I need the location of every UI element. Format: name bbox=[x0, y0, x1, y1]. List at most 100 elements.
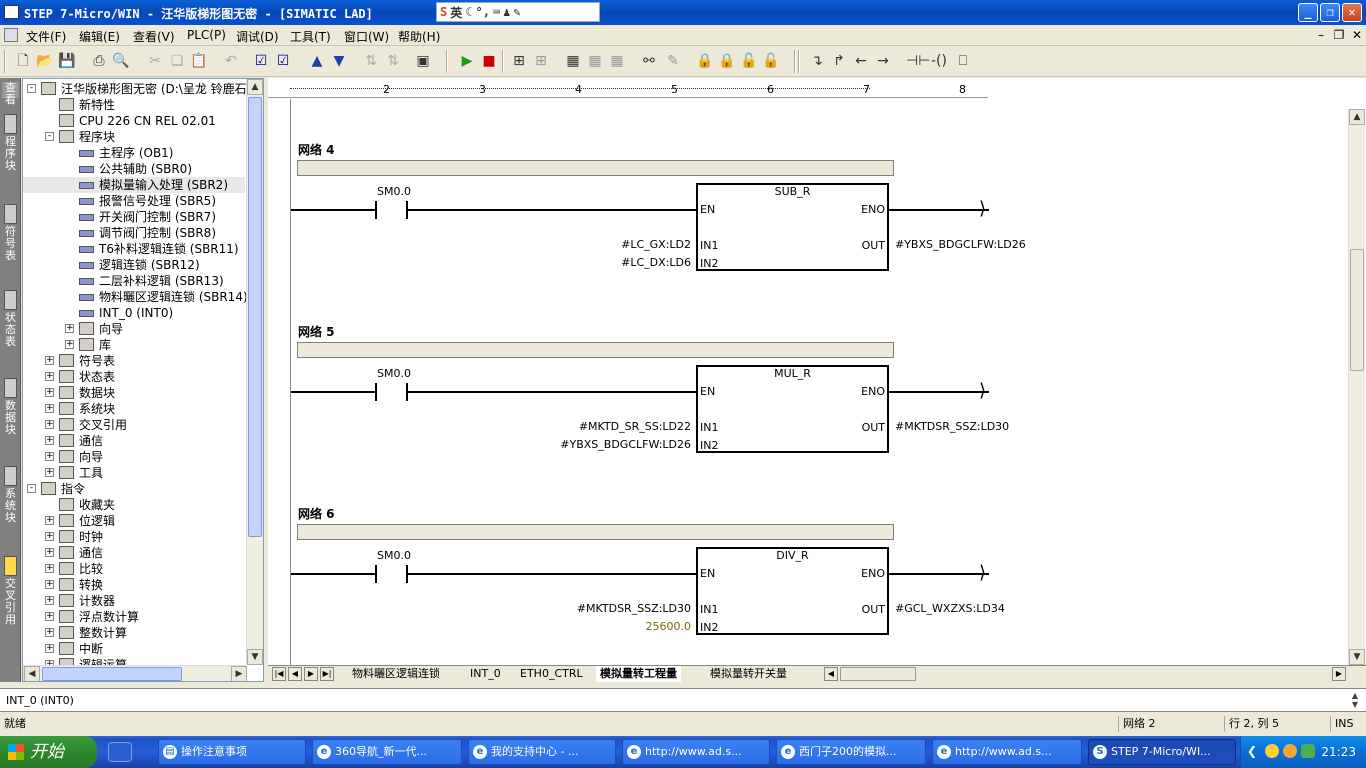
chart-status-icon[interactable]: ▦ bbox=[564, 52, 582, 70]
expand-icon[interactable]: + bbox=[45, 356, 54, 365]
expand-icon[interactable]: + bbox=[45, 388, 54, 397]
hscroll-left-icon[interactable]: ◀ bbox=[824, 667, 838, 681]
ladder-canvas[interactable]: 网络 4 SM0.0 SUB_R EN ENO IN1 OUT IN2 ⟩ #L… bbox=[291, 99, 1347, 665]
tray-qq-icon[interactable] bbox=[1283, 744, 1297, 758]
in2-operand[interactable]: #YBXS_BDGCLFW:LD26 bbox=[511, 438, 691, 451]
expand-icon[interactable]: + bbox=[45, 468, 54, 477]
scroll-right-icon[interactable]: ▶ bbox=[231, 666, 247, 681]
keyboard-icon[interactable]: ⌨ bbox=[493, 5, 500, 19]
tray-shield-icon[interactable] bbox=[1301, 744, 1315, 758]
tree-item[interactable]: + 时钟 bbox=[23, 529, 245, 545]
scroll-up-icon[interactable]: ▲ bbox=[1349, 109, 1365, 125]
tree-item[interactable]: + 转换 bbox=[23, 577, 245, 593]
task-ie-ad-2[interactable]: e http://www.ad.s... bbox=[932, 739, 1082, 765]
tree-item[interactable]: + 中断 bbox=[23, 641, 245, 657]
tree-item[interactable]: + 整数计算 bbox=[23, 625, 245, 641]
tree-item[interactable]: 调节阀门控制 (SBR8) bbox=[23, 225, 245, 241]
contact-icon[interactable]: ⊣⊢ bbox=[906, 52, 930, 70]
tray-app-icon[interactable] bbox=[1265, 744, 1279, 758]
tab-analog-to-switch[interactable]: 模拟量转开关量 bbox=[706, 666, 791, 682]
mdi-close-icon[interactable]: ✕ bbox=[1350, 28, 1364, 42]
sort-desc-icon[interactable]: ⇅ bbox=[384, 52, 402, 70]
tree-item[interactable]: 物料曬区逻辑连锁 (SBR14) bbox=[23, 289, 248, 305]
line-down-icon[interactable]: ↴ bbox=[808, 52, 826, 70]
undo-icon[interactable]: ↶ bbox=[222, 52, 240, 70]
menu-view[interactable]: 查看(V) bbox=[133, 28, 175, 45]
expand-icon[interactable]: + bbox=[45, 564, 54, 573]
network-comment[interactable] bbox=[297, 524, 894, 540]
expand-icon[interactable]: + bbox=[45, 436, 54, 445]
chart-pause-icon[interactable]: ▦ bbox=[586, 52, 604, 70]
hscroll-right-icon[interactable]: ▶ bbox=[1332, 667, 1346, 681]
task-ie-ad-1[interactable]: e http://www.ad.s... bbox=[622, 739, 770, 765]
menu-plc[interactable]: PLC(P) bbox=[187, 28, 226, 42]
tree-hscrollbar[interactable]: ◀ ▶ bbox=[23, 665, 247, 681]
minimize-button[interactable]: _ bbox=[1298, 3, 1318, 22]
paste-icon[interactable]: 📋 bbox=[190, 52, 208, 70]
coil-icon[interactable]: -() bbox=[930, 52, 948, 70]
menu-file[interactable]: 文件(F) bbox=[26, 28, 66, 45]
tree-item[interactable]: + 交叉引用 bbox=[23, 417, 245, 433]
expand-icon[interactable]: + bbox=[65, 324, 74, 333]
punct-icon[interactable]: °, bbox=[475, 5, 489, 19]
div-r-box[interactable]: DIV_R EN ENO IN1 OUT IN2 bbox=[696, 547, 889, 635]
tree-vscrollbar[interactable]: ▲ ▼ bbox=[246, 79, 263, 665]
nav-cross-ref[interactable]: 交叉引用 bbox=[2, 556, 19, 626]
ime-mode-label[interactable]: 英 bbox=[450, 4, 462, 21]
tree-item[interactable]: + 向导 bbox=[23, 321, 245, 337]
sort-asc-icon[interactable]: ⇅ bbox=[362, 52, 380, 70]
single-read-icon[interactable]: ▦ bbox=[608, 52, 626, 70]
tree-item[interactable]: CPU 226 CN REL 02.01 bbox=[23, 113, 245, 129]
nav-view-label[interactable]: 查看 bbox=[2, 82, 19, 106]
tree-item[interactable]: + 向导 bbox=[23, 449, 245, 465]
tree-item[interactable]: 逻辑连锁 (SBR12) bbox=[23, 257, 245, 273]
collapse-icon[interactable]: - bbox=[27, 484, 36, 493]
expand-icon[interactable]: + bbox=[45, 628, 54, 637]
mul-r-box[interactable]: MUL_R EN ENO IN1 OUT IN2 bbox=[696, 365, 889, 453]
menu-tools[interactable]: 工具(T) bbox=[290, 28, 331, 45]
editor-scroll-thumb[interactable] bbox=[1350, 249, 1364, 371]
glasses-icon[interactable]: ⚯ bbox=[640, 52, 658, 70]
write-icon[interactable]: ✎ bbox=[664, 52, 682, 70]
tree-item[interactable]: T6补料逻辑连锁 (SBR11) bbox=[23, 241, 245, 257]
tree-item[interactable]: + 比较 bbox=[23, 561, 245, 577]
editor-hscroll-thumb[interactable] bbox=[840, 667, 916, 681]
task-ie-support[interactable]: e 我的支持中心 - ... bbox=[468, 739, 616, 765]
out-operand[interactable]: #MKTDSR_SSZ:LD30 bbox=[895, 420, 1009, 433]
expand-icon[interactable]: + bbox=[45, 516, 54, 525]
tab-prev-icon[interactable]: ◀ bbox=[288, 667, 302, 681]
expand-icon[interactable]: + bbox=[65, 340, 74, 349]
upload-icon[interactable]: ▲ bbox=[308, 52, 326, 70]
out-operand[interactable]: #GCL_WXZXS:LD34 bbox=[895, 602, 1005, 615]
tree-item[interactable]: - 汪华版梯形图无密 (D:\呈龙 铃鹿石 bbox=[23, 81, 247, 97]
collapse-icon[interactable]: - bbox=[27, 84, 36, 93]
menu-help[interactable]: 帮助(H) bbox=[398, 28, 440, 45]
tree-item[interactable]: - 程序块 bbox=[23, 129, 245, 145]
close-button[interactable]: ✕ bbox=[1342, 3, 1362, 22]
ime-toolbar[interactable]: S 英 ☾ °, ⌨ ♟ ✎ bbox=[436, 2, 600, 22]
options-icon[interactable]: ▣ bbox=[414, 52, 432, 70]
tree-item[interactable]: 主程序 (OB1) bbox=[23, 145, 245, 161]
quicklaunch-icon[interactable] bbox=[108, 742, 132, 762]
tree-item[interactable]: + 通信 bbox=[23, 545, 245, 561]
tree-item[interactable]: 开关阀门控制 (SBR7) bbox=[23, 209, 245, 225]
open-icon[interactable]: 📂 bbox=[36, 52, 54, 70]
force-icon[interactable]: 🔒 bbox=[696, 52, 714, 70]
in2-operand[interactable]: #LC_DX:LD6 bbox=[551, 256, 691, 269]
editor-vscrollbar[interactable]: ▲ ▼ bbox=[1348, 109, 1365, 665]
tab-analog-to-eng[interactable]: 模拟量转工程量 bbox=[596, 666, 681, 682]
tree-item[interactable]: + 位逻辑 bbox=[23, 513, 245, 529]
out-operand[interactable]: #YBXS_BDGCLFW:LD26 bbox=[895, 238, 1026, 251]
output-spin-icon[interactable]: ▲ ▼ bbox=[1348, 691, 1362, 709]
tree-item[interactable]: INT_0 (INT0) bbox=[23, 305, 245, 321]
tab-eth0-ctrl[interactable]: ETH0_CTRL bbox=[516, 666, 587, 682]
line-right-icon[interactable]: → bbox=[874, 52, 892, 70]
expand-icon[interactable]: + bbox=[45, 596, 54, 605]
tab-last-icon[interactable]: ▶| bbox=[320, 667, 334, 681]
tab-first-icon[interactable]: |◀ bbox=[272, 667, 286, 681]
tree-item[interactable]: 报警信号处理 (SBR5) bbox=[23, 193, 245, 209]
scroll-up-icon[interactable]: ▲ bbox=[247, 79, 263, 95]
expand-icon[interactable]: + bbox=[45, 644, 54, 653]
tree-item[interactable]: + 状态表 bbox=[23, 369, 245, 385]
start-button[interactable]: 开始 bbox=[0, 736, 97, 768]
